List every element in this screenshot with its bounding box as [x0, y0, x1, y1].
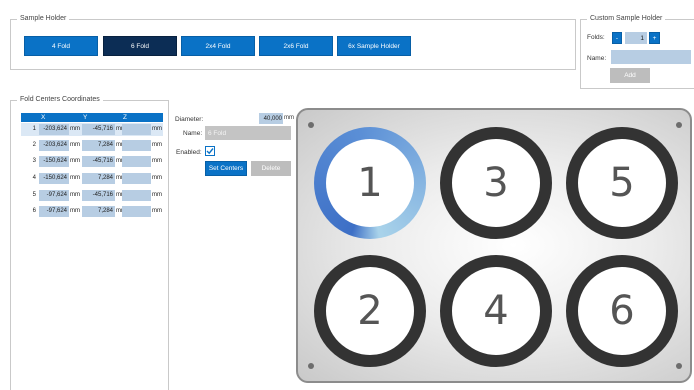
folds-value[interactable]: 1 [625, 32, 647, 44]
column-z-header: Z [123, 114, 127, 121]
add-button[interactable]: Add [610, 68, 650, 83]
z-value[interactable] [122, 173, 151, 184]
x-unit: mm [70, 175, 80, 181]
y-value[interactable]: 7,284 [82, 173, 115, 184]
folds-label: Folds: [587, 34, 605, 41]
x-unit: mm [70, 192, 80, 198]
x-value[interactable]: -97,624 [39, 190, 69, 201]
fold-label: 6 [609, 288, 635, 334]
x-unit: mm [70, 208, 80, 214]
screw-icon [308, 363, 314, 369]
fold-slot-2[interactable]: 2 [314, 255, 426, 367]
fold-slot-6[interactable]: 6 [566, 255, 678, 367]
z-unit: mm [152, 142, 162, 148]
screw-icon [308, 122, 314, 128]
fold-slot-4[interactable]: 4 [440, 255, 552, 367]
y-value[interactable]: -45,716 [82, 156, 115, 167]
row-index: 1 [32, 126, 36, 132]
custom-name-label: Name: [587, 55, 607, 62]
z-value[interactable] [122, 140, 151, 151]
holder-2x4-fold-button[interactable]: 2x4 Fold [181, 36, 255, 56]
y-value[interactable]: -45,716 [82, 190, 115, 201]
diameter-unit: mm [284, 115, 294, 121]
enabled-label: Enabled: [176, 149, 202, 156]
folds-increment-button[interactable]: + [649, 32, 660, 44]
custom-holder-title: Custom Sample Holder [587, 15, 666, 22]
diameter-field[interactable]: 40,000 [259, 113, 283, 124]
column-y-header: Y [83, 114, 88, 121]
row-index: 5 [32, 192, 36, 198]
z-unit: mm [152, 208, 162, 214]
holder-2x6-fold-button[interactable]: 2x6 Fold [259, 36, 333, 56]
enabled-checkbox[interactable] [205, 146, 215, 156]
z-value[interactable] [122, 124, 151, 135]
z-value[interactable] [122, 190, 151, 201]
holder-name-field[interactable]: 6 Fold [205, 126, 291, 140]
x-value[interactable]: -203,624 [39, 140, 69, 151]
fold-label: 1 [357, 160, 383, 206]
fold-slot-5[interactable]: 5 [566, 127, 678, 239]
fold-slot-1[interactable]: 1 [314, 127, 426, 239]
screw-icon [676, 122, 682, 128]
x-unit: mm [70, 142, 80, 148]
z-unit: mm [152, 126, 162, 132]
table-row[interactable]: 1 -203,624 mm -45,716 mm mm [21, 123, 163, 136]
table-row[interactable]: 3 -150,624 mm -45,716 mm mm [21, 155, 163, 168]
diameter-label: Diameter: [175, 116, 204, 123]
holder-name-label: Name: [183, 130, 203, 137]
sample-plate: 1 3 5 2 4 6 [296, 108, 692, 383]
holder-6-fold-button[interactable]: 6 Fold [103, 36, 177, 56]
custom-holder-group: Custom Sample Holder Folds: - 1 + Name: … [580, 15, 694, 89]
custom-name-field[interactable] [611, 50, 691, 64]
fold-label: 5 [609, 160, 635, 206]
screw-icon [676, 363, 682, 369]
x-value[interactable]: -150,624 [39, 156, 69, 167]
fold-slot-1-inner: 1 [326, 139, 414, 227]
x-unit: mm [70, 158, 80, 164]
z-unit: mm [152, 175, 162, 181]
set-centers-button[interactable]: Set Centers [205, 161, 247, 176]
fold-label: 4 [483, 288, 509, 334]
holder-6x-sample-button[interactable]: 6x Sample Holder [337, 36, 411, 56]
z-unit: mm [152, 192, 162, 198]
fold-label: 2 [357, 288, 383, 334]
delete-button[interactable]: Delete [251, 161, 291, 176]
x-value[interactable]: -97,624 [39, 206, 69, 217]
y-value[interactable]: 7,284 [82, 206, 115, 217]
x-unit: mm [70, 126, 80, 132]
y-value[interactable]: 7,284 [82, 140, 115, 151]
y-value[interactable]: -45,716 [82, 124, 115, 135]
row-index: 3 [32, 158, 36, 164]
z-unit: mm [152, 158, 162, 164]
checkmark-icon [206, 148, 214, 155]
row-index: 6 [32, 208, 36, 214]
row-index: 4 [32, 175, 36, 181]
table-header: X Y Z [21, 113, 163, 122]
sample-holder-title: Sample Holder [17, 15, 70, 22]
table-row[interactable]: 4 -150,624 mm 7,284 mm mm [21, 172, 163, 185]
folds-decrement-button[interactable]: - [612, 32, 622, 44]
fold-centers-title: Fold Centers Coordinates [17, 96, 103, 103]
x-value[interactable]: -203,624 [39, 124, 69, 135]
holder-4-fold-button[interactable]: 4 Fold [24, 36, 98, 56]
z-value[interactable] [122, 156, 151, 167]
x-value[interactable]: -150,624 [39, 173, 69, 184]
z-value[interactable] [122, 206, 151, 217]
table-row[interactable]: 5 -97,624 mm -45,716 mm mm [21, 189, 163, 202]
row-index: 2 [32, 142, 36, 148]
table-row[interactable]: 6 -97,624 mm 7,284 mm mm [21, 205, 163, 218]
fold-label: 3 [483, 160, 509, 206]
table-row[interactable]: 2 -203,624 mm 7,284 mm mm [21, 139, 163, 152]
column-x-header: X [41, 114, 46, 121]
sample-holder-group: Sample Holder 4 Fold 6 Fold 2x4 Fold 2x6… [10, 15, 576, 70]
fold-slot-3[interactable]: 3 [440, 127, 552, 239]
